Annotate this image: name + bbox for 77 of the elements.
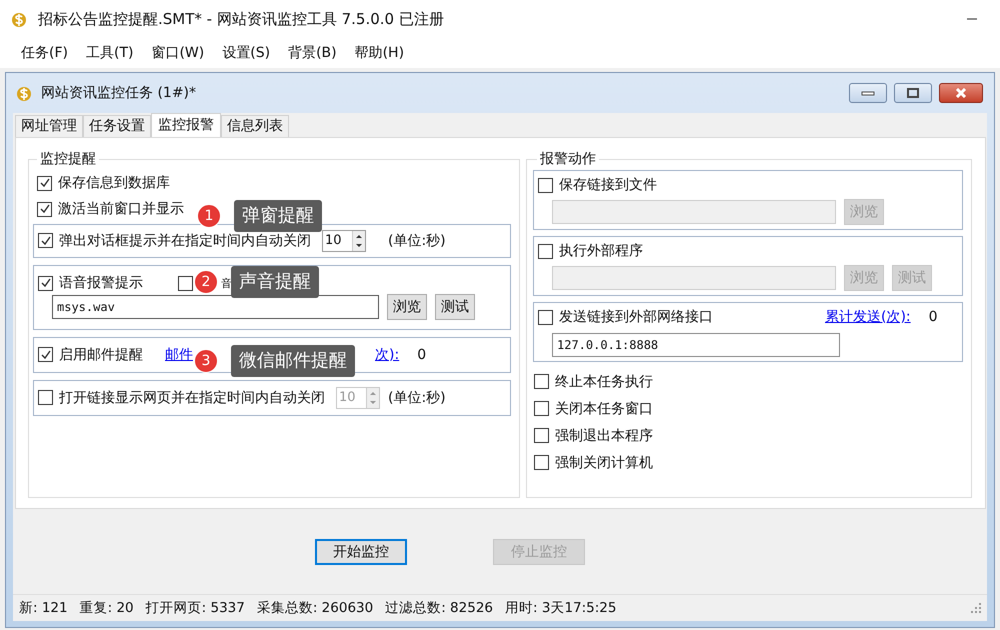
callout-tooltip: 声音提醒 — [231, 266, 319, 298]
address-field[interactable]: 127.0.0.1:8888 — [552, 333, 840, 357]
send-count-link[interactable]: 累计发送(次): — [825, 308, 911, 326]
checkbox-label: 激活当前窗口并显示 — [58, 200, 184, 218]
spin-field[interactable]: 10 — [322, 230, 366, 252]
unit-label: (单位:秒) — [388, 388, 446, 406]
callout-tooltip: 弹窗提醒 — [234, 200, 322, 232]
status-text: 重复: 20 — [80, 599, 134, 617]
checkbox-label: 终止本任务执行 — [555, 372, 653, 390]
checkbox-label: 强制退出本程序 — [555, 426, 653, 444]
checkbox-label: 弹出对话框提示并在指定时间内自动关闭 — [59, 232, 311, 250]
unit-label: (单位:秒) — [388, 232, 446, 250]
checkbox[interactable] — [534, 455, 549, 470]
status-text: 用时: 3天17:5:25 — [505, 599, 616, 617]
checkbox[interactable] — [534, 428, 549, 443]
number-badge: 1 — [197, 204, 221, 228]
checkbox[interactable] — [534, 374, 549, 389]
menu-item[interactable]: 窗口(W) — [142, 44, 214, 62]
checkbox-label: 发送链接到外部网络接口 — [559, 308, 714, 326]
action-button[interactable]: 开始监控 — [315, 538, 407, 564]
checkbox-label: 打开链接显示网页并在指定时间内自动关闭 — [59, 388, 325, 406]
resize-grip-icon[interactable] — [971, 603, 981, 613]
status-text: 采集总数: 260630 — [256, 599, 374, 617]
checkbox-label: 强制关闭计算机 — [555, 454, 653, 472]
menu-item[interactable]: 背景(B) — [279, 44, 346, 62]
program-field[interactable] — [552, 266, 836, 290]
status-text: 过滤总数: 82526 — [385, 599, 494, 617]
checkbox-label: 保存链接到文件 — [559, 176, 657, 194]
checkbox-label: 语音报警提示 — [59, 274, 144, 292]
tab[interactable]: 监控报警 — [151, 113, 221, 137]
callout-tooltip: 微信邮件提醒 — [231, 345, 355, 377]
test-button[interactable]: 测试 — [435, 294, 475, 320]
menu-item[interactable]: 设置(S) — [213, 44, 280, 62]
status-text: 打开网页: 5337 — [146, 599, 245, 617]
window-title: 招标公告监控提醒.SMT* - 网站资讯监控工具 7.5.0.0 已注册 — [38, 10, 444, 28]
browse-button[interactable]: 浏览 — [387, 294, 427, 320]
group-title: 监控提醒 — [39, 150, 97, 168]
checkbox-label: 启用邮件提醒 — [59, 346, 144, 364]
number-badge: 3 — [194, 349, 218, 373]
child-window-title: 网站资讯监控任务 (1#)* — [41, 84, 196, 102]
tab[interactable]: 网址管理 — [15, 115, 83, 137]
send-count: 0 — [417, 346, 426, 362]
checkbox-label: 音 — [221, 276, 232, 290]
checkbox[interactable] — [38, 276, 53, 290]
checkbox-label: 执行外部程序 — [559, 242, 643, 260]
tab[interactable]: 任务设置 — [83, 115, 151, 137]
checkbox[interactable] — [37, 202, 52, 216]
checkbox[interactable] — [38, 347, 53, 362]
checkbox[interactable] — [538, 178, 553, 192]
file-field[interactable] — [552, 200, 836, 224]
minimize-button[interactable] — [849, 83, 887, 103]
status-text: 新: 121 — [19, 599, 68, 617]
send-count-link[interactable]: 次): — [375, 346, 400, 364]
checkbox-label: 保存信息到数据库 — [58, 174, 170, 192]
number-badge: 2 — [194, 270, 218, 294]
checkbox[interactable] — [38, 233, 53, 248]
checkbox[interactable] — [38, 390, 53, 405]
close-button[interactable] — [939, 83, 983, 103]
group-title: 报警动作 — [539, 150, 597, 168]
mail-settings-link[interactable]: 邮件 — [165, 346, 193, 364]
send-count: 0 — [928, 309, 938, 325]
maximize-icon — [906, 88, 920, 98]
maximize-button[interactable] — [894, 83, 932, 103]
checkbox[interactable] — [37, 176, 52, 190]
checkbox-label: 关闭本任务窗口 — [555, 400, 653, 418]
close-icon — [954, 88, 968, 98]
file-field[interactable]: msys.wav — [52, 295, 379, 319]
menu-item[interactable]: 帮助(H) — [346, 44, 414, 62]
menu-item[interactable]: 任务(F) — [12, 44, 77, 62]
checkbox[interactable] — [178, 276, 193, 290]
spinner-arrows-icon[interactable] — [352, 230, 365, 250]
checkbox[interactable] — [538, 310, 553, 324]
checkbox[interactable] — [538, 244, 553, 258]
tab[interactable]: 信息列表 — [221, 115, 289, 137]
menu-item[interactable]: 工具(T) — [76, 44, 142, 62]
checkbox[interactable] — [534, 401, 549, 416]
minimize-icon — [861, 89, 875, 97]
